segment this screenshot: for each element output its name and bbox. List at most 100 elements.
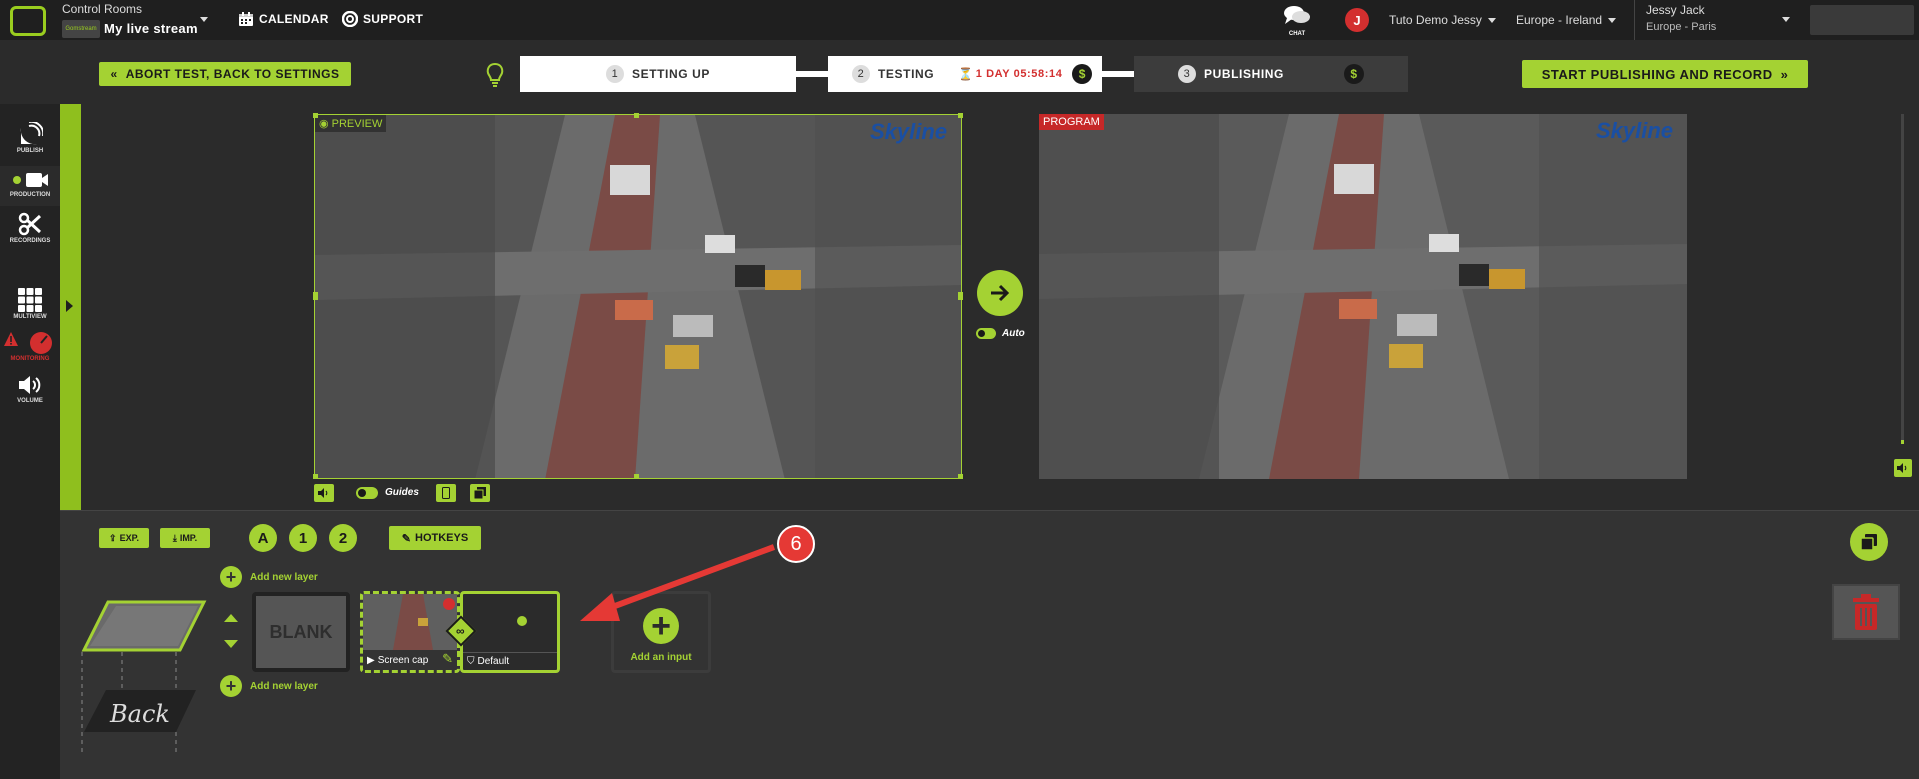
sidebar-item-volume[interactable]: VOLUME: [0, 374, 60, 404]
stream-dropdown-icon[interactable]: [200, 17, 208, 22]
import-label: IMP.: [179, 533, 198, 543]
blank-input[interactable]: BLANK: [252, 592, 350, 672]
sidebar-item-production[interactable]: PRODUCTION: [0, 166, 60, 206]
plus-icon: +: [220, 566, 242, 588]
program-volume-button[interactable]: [1894, 459, 1912, 477]
preview-label: ◉ PREVIEW: [315, 115, 387, 132]
plus-icon: +: [220, 675, 242, 697]
resize-handle[interactable]: [313, 474, 318, 479]
avatar[interactable]: J: [1345, 8, 1369, 32]
guides-label: Guides: [385, 487, 419, 498]
add-layer-label: Add new layer: [250, 571, 318, 583]
dollar-icon: $: [1344, 64, 1364, 84]
lightbulb-icon[interactable]: [484, 62, 506, 88]
step-publishing[interactable]: 3 PUBLISHING $: [1134, 56, 1408, 92]
abort-test-label: ABORT TEST, BACK TO SETTINGS: [125, 67, 340, 81]
duplicate-button[interactable]: [1850, 523, 1888, 561]
region-name: Europe - Ireland: [1516, 13, 1603, 27]
export-label: EXP.: [119, 533, 139, 543]
step-number: 3: [1177, 65, 1196, 83]
preview-video[interactable]: ◉ PREVIEW Skyline: [314, 114, 962, 479]
dollar-icon: $: [1072, 64, 1093, 84]
start-publishing-label: START PUBLISHING AND RECORD: [1541, 66, 1773, 82]
auto-label: Auto: [1002, 328, 1025, 339]
trash-dropzone[interactable]: [1832, 584, 1900, 640]
hourglass-icon: ⏳: [958, 67, 974, 81]
resize-handle[interactable]: [634, 474, 639, 479]
account-selector[interactable]: Tuto Demo Jessy: [1389, 13, 1496, 27]
step-setting-up[interactable]: 1 SETTING UP: [520, 56, 796, 92]
layer-2-button[interactable]: 2: [329, 524, 357, 552]
stream-thumb: Gomstream: [62, 20, 100, 38]
sidebar-item-recordings[interactable]: RECORDINGS: [0, 212, 60, 244]
screen-capture-input[interactable]: ▶ Screen cap ✎: [360, 591, 460, 673]
timer-value: 1 DAY 05:58:14: [975, 68, 1063, 80]
resize-handle[interactable]: [313, 292, 318, 300]
edit-pencil-icon[interactable]: ✎: [442, 651, 453, 667]
sidebar-item-label: PRODUCTION: [9, 192, 51, 198]
skyline-watermark: Skyline: [1595, 118, 1673, 143]
speaker-icon: [1897, 463, 1907, 473]
auto-toggle[interactable]: [976, 328, 996, 339]
layer-1-button[interactable]: 1: [289, 524, 317, 552]
calendar-link[interactable]: CALENDAR: [238, 11, 329, 27]
section-label: Control Rooms: [62, 2, 143, 16]
guides-toggle[interactable]: [356, 487, 378, 499]
support-link[interactable]: SUPPORT: [342, 11, 423, 27]
annotation-number: 6: [777, 525, 815, 563]
add-layer-top-button[interactable]: + Add new layer: [220, 566, 318, 588]
resize-handle[interactable]: [958, 292, 963, 300]
sidebar-item-label: PUBLISH: [16, 148, 44, 154]
pencil-icon: ✎: [401, 532, 412, 545]
resize-handle[interactable]: [958, 113, 963, 118]
step-number: 1: [605, 65, 624, 83]
chevron-down-icon: [1608, 18, 1617, 24]
region-selector[interactable]: Europe - Ireland: [1516, 13, 1617, 27]
preview-label-text: PREVIEW: [331, 118, 383, 130]
layer-a-button[interactable]: A: [249, 524, 277, 552]
back-layer-label: Back: [110, 700, 170, 728]
program-label: PROGRAM: [1039, 114, 1104, 130]
expand-arrow-icon[interactable]: [66, 300, 73, 312]
mobile-icon: [442, 487, 450, 499]
overlay-dot: [517, 616, 527, 626]
export-button[interactable]: ⇪ EXP.: [99, 528, 149, 548]
add-layer-bottom-button[interactable]: + Add new layer: [220, 675, 318, 697]
layer-up-arrow-icon[interactable]: [224, 614, 238, 622]
add-layer-label: Add new layer: [250, 680, 318, 692]
program-video: PROGRAM Skyline: [1039, 114, 1687, 479]
eye-icon: ◉: [319, 118, 332, 130]
sidebar-item-multiview[interactable]: MULTIVIEW: [0, 288, 60, 320]
account-name: Tuto Demo Jessy: [1389, 13, 1482, 27]
sidebar-item-label: VOLUME: [17, 398, 43, 404]
video-camera-icon: [13, 173, 48, 187]
camera-icon: ▶: [367, 655, 375, 666]
hotkeys-button[interactable]: ✎ HOTKEYS: [389, 526, 481, 550]
resize-handle[interactable]: [958, 474, 963, 479]
abort-test-button[interactable]: « ABORT TEST, BACK TO SETTINGS: [99, 62, 351, 86]
calendar-icon: [239, 12, 253, 26]
trash-icon: [1853, 594, 1879, 630]
stream-name[interactable]: My live stream: [104, 21, 198, 36]
resize-handle[interactable]: [634, 113, 639, 118]
import-button[interactable]: ⤓ IMP.: [160, 528, 210, 548]
step-testing[interactable]: 2 TESTING ⏳ 1 DAY 05:58:14 $: [828, 56, 1102, 92]
app-logo[interactable]: [10, 6, 46, 36]
transition-button[interactable]: [977, 270, 1023, 316]
layer-down-arrow-icon[interactable]: [224, 640, 238, 648]
preview-volume-button[interactable]: [314, 484, 334, 502]
mobile-view-button[interactable]: [436, 484, 456, 502]
top-bar: Control Rooms Gomstream My live stream C…: [0, 0, 1919, 40]
sidebar-item-monitoring[interactable]: MONITORING: [0, 330, 60, 362]
chat-button[interactable]: CHAT: [1282, 4, 1312, 37]
layer-stack-diagram: [81, 600, 207, 752]
copy-layers-button[interactable]: [470, 484, 490, 502]
street-scene-image: [1039, 114, 1687, 479]
overlay-caption: ⛉ Default: [463, 652, 557, 670]
chat-label: CHAT: [1288, 31, 1306, 37]
start-publishing-button[interactable]: START PUBLISHING AND RECORD »: [1522, 60, 1808, 88]
sidebar-item-publish[interactable]: PUBLISH: [0, 122, 60, 154]
user-menu-chevron-icon[interactable]: [1782, 17, 1790, 22]
resize-handle[interactable]: [313, 113, 318, 118]
step-connector: [1102, 71, 1134, 77]
